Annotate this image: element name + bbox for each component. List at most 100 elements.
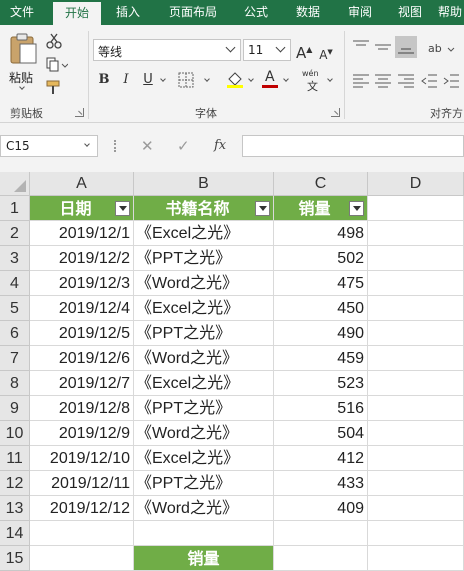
fill-color-icon[interactable] — [226, 70, 244, 88]
column-header-a[interactable]: A — [30, 172, 134, 196]
book-name-cell[interactable]: 《Word之光》 — [134, 421, 274, 446]
borders-icon[interactable] — [178, 72, 196, 88]
align-center-icon[interactable] — [374, 73, 392, 89]
filter-dropdown-icon[interactable] — [255, 201, 270, 216]
font-launcher-icon[interactable] — [331, 108, 340, 117]
chevron-down-icon[interactable] — [204, 76, 210, 82]
chevron-down-icon[interactable] — [327, 76, 333, 82]
cell[interactable] — [368, 196, 464, 221]
cell[interactable] — [368, 471, 464, 496]
phonetic-guide-icon[interactable]: wén 文 — [302, 69, 324, 93]
book-name-cell[interactable]: 《Excel之光》 — [134, 371, 274, 396]
formula-cancel-icon[interactable]: ✕ — [141, 137, 154, 155]
cell[interactable] — [368, 396, 464, 421]
cell[interactable] — [30, 546, 134, 571]
cell[interactable] — [368, 371, 464, 396]
tab-insert[interactable]: 插入 — [106, 0, 150, 25]
tab-home[interactable]: 开始 — [53, 2, 101, 25]
row-header[interactable]: 4 — [0, 271, 30, 296]
sales-cell[interactable]: 523 — [274, 371, 368, 396]
cell[interactable] — [368, 296, 464, 321]
sales-cell[interactable]: 409 — [274, 496, 368, 521]
book-name-cell[interactable]: 《Excel之光》 — [134, 446, 274, 471]
date-cell[interactable]: 2019/12/4 — [30, 296, 134, 321]
date-cell[interactable]: 2019/12/7 — [30, 371, 134, 396]
cell[interactable] — [368, 521, 464, 546]
font-color-icon[interactable]: A — [262, 69, 278, 89]
date-cell[interactable]: 2019/12/11 — [30, 471, 134, 496]
insert-function-icon[interactable]: fx — [214, 138, 226, 153]
row-header[interactable]: 5 — [0, 296, 30, 321]
book-name-cell[interactable]: 《Word之光》 — [134, 271, 274, 296]
align-bottom-button[interactable] — [395, 36, 417, 58]
bold-button[interactable]: B — [96, 71, 112, 89]
paste-button[interactable]: 粘贴 — [6, 33, 40, 93]
cell[interactable] — [368, 346, 464, 371]
sales-cell[interactable]: 412 — [274, 446, 368, 471]
shrink-font-icon[interactable]: A▼ — [318, 43, 334, 64]
sales-cell[interactable]: 475 — [274, 271, 368, 296]
date-cell[interactable]: 2019/12/10 — [30, 446, 134, 471]
sales-cell[interactable]: 490 — [274, 321, 368, 346]
align-middle-icon[interactable] — [374, 39, 392, 55]
tab-review[interactable]: 审阅 — [338, 0, 382, 25]
column-header-b[interactable]: B — [134, 172, 274, 196]
date-cell[interactable]: 2019/12/1 — [30, 221, 134, 246]
cell[interactable] — [368, 546, 464, 571]
tab-formulas[interactable]: 公式 — [234, 0, 278, 25]
format-painter-icon[interactable] — [46, 80, 62, 96]
cut-icon[interactable] — [46, 33, 62, 49]
row-header[interactable]: 15 — [0, 546, 30, 571]
date-cell[interactable]: 2019/12/2 — [30, 246, 134, 271]
cell[interactable] — [368, 321, 464, 346]
row-header[interactable]: 7 — [0, 346, 30, 371]
tab-data[interactable]: 数据 — [286, 0, 330, 25]
orientation-icon[interactable]: ab — [428, 39, 456, 57]
row-header[interactable]: 6 — [0, 321, 30, 346]
chevron-down-icon[interactable] — [160, 76, 166, 82]
cell[interactable] — [368, 246, 464, 271]
row-header[interactable]: 13 — [0, 496, 30, 521]
date-cell[interactable]: 2019/12/6 — [30, 346, 134, 371]
row-header[interactable]: 1 — [0, 196, 30, 221]
cell[interactable] — [274, 521, 368, 546]
sales-cell[interactable]: 504 — [274, 421, 368, 446]
row-header[interactable]: 8 — [0, 371, 30, 396]
book-name-cell[interactable]: 《Word之光》 — [134, 496, 274, 521]
formula-input[interactable] — [242, 135, 464, 157]
row-header[interactable]: 2 — [0, 221, 30, 246]
book-name-cell[interactable]: 《Excel之光》 — [134, 221, 274, 246]
clipboard-launcher-icon[interactable] — [75, 108, 84, 117]
font-size-dropdown[interactable]: 11 — [243, 39, 291, 61]
date-cell[interactable]: 2019/12/9 — [30, 421, 134, 446]
row-header[interactable]: 11 — [0, 446, 30, 471]
row-header[interactable]: 10 — [0, 421, 30, 446]
cell[interactable] — [368, 446, 464, 471]
formula-enter-icon[interactable]: ✓ — [177, 137, 190, 155]
chevron-down-icon[interactable] — [283, 76, 289, 82]
date-cell[interactable]: 2019/12/3 — [30, 271, 134, 296]
chevron-down-icon[interactable] — [248, 76, 254, 82]
align-right-icon[interactable] — [397, 73, 415, 89]
cell[interactable] — [30, 521, 134, 546]
font-name-dropdown[interactable]: 等线 — [93, 39, 241, 61]
book-name-cell[interactable]: 《PPT之光》 — [134, 246, 274, 271]
tab-file[interactable]: 文件 — [0, 0, 44, 25]
grow-font-icon[interactable]: A▲ — [296, 41, 312, 62]
align-top-icon[interactable] — [352, 39, 370, 55]
cell[interactable] — [274, 546, 368, 571]
sales-cell[interactable]: 502 — [274, 246, 368, 271]
table-header-cell[interactable]: 销量 — [274, 196, 368, 221]
tab-view[interactable]: 视图 — [388, 0, 432, 25]
sales-cell[interactable]: 450 — [274, 296, 368, 321]
decrease-indent-icon[interactable] — [420, 73, 438, 89]
date-cell[interactable]: 2019/12/12 — [30, 496, 134, 521]
cell[interactable] — [368, 221, 464, 246]
tab-page-layout[interactable]: 页面布局 — [158, 0, 228, 25]
align-left-icon[interactable] — [352, 73, 370, 89]
table-header-cell[interactable]: 日期 — [30, 196, 134, 221]
row-header[interactable]: 3 — [0, 246, 30, 271]
cell[interactable] — [368, 271, 464, 296]
cell[interactable] — [368, 496, 464, 521]
date-cell[interactable]: 2019/12/5 — [30, 321, 134, 346]
